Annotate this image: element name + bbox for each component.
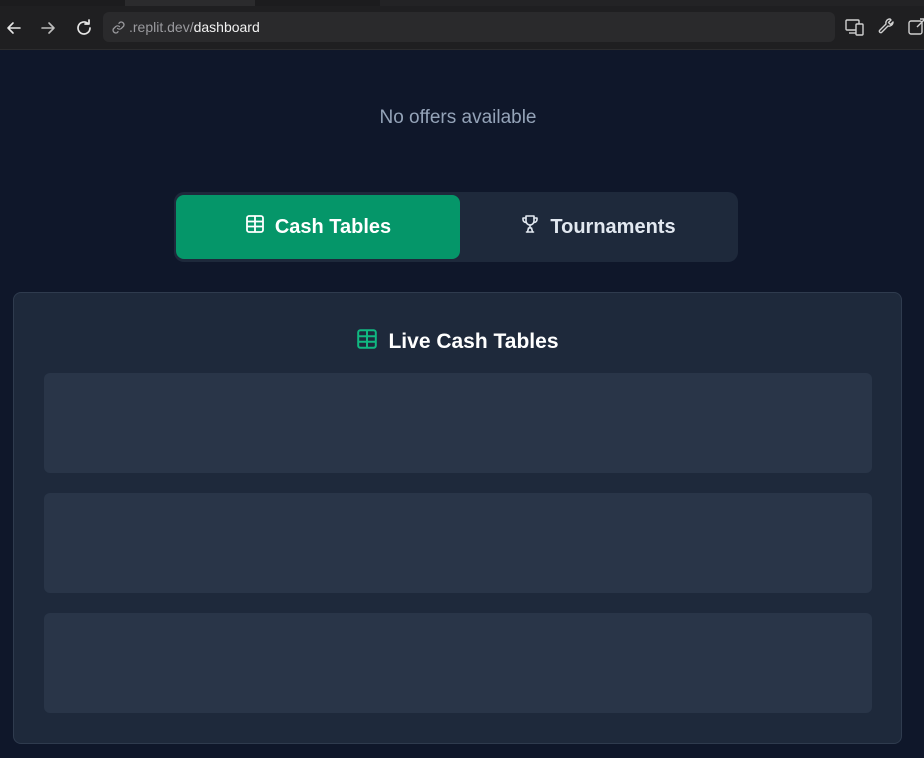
link-icon <box>109 18 127 36</box>
external-link-icon[interactable] <box>906 16 924 43</box>
tab-tournaments[interactable]: Tournaments <box>462 195 734 259</box>
forward-arrow-icon[interactable] <box>36 16 60 40</box>
panel-title-text: Live Cash Tables <box>388 330 559 353</box>
reload-icon[interactable] <box>72 16 96 40</box>
trophy-icon <box>520 214 540 240</box>
table-icon <box>245 214 265 240</box>
url-path: dashboard <box>193 19 260 35</box>
browser-toolbar: .replit.dev/dashboard <box>0 6 924 50</box>
tab-cash-tables[interactable]: Cash Tables <box>176 195 460 259</box>
no-offers-message: No offers available <box>379 107 537 128</box>
tab-label: Tournaments <box>550 215 676 238</box>
url-host: .replit.dev/ <box>129 19 194 35</box>
address-bar[interactable]: .replit.dev/dashboard <box>103 12 835 42</box>
table-row-placeholder <box>44 373 872 473</box>
dashboard-content: No offers available Cash Tables Tourname… <box>0 51 924 758</box>
game-type-tabs: Cash Tables Tournaments <box>174 192 738 262</box>
back-arrow-icon[interactable] <box>2 16 26 40</box>
live-cash-tables-panel: Live Cash Tables <box>13 292 902 744</box>
devices-icon[interactable] <box>844 16 866 43</box>
panel-title: Live Cash Tables <box>14 328 901 356</box>
table-row-placeholder <box>44 613 872 713</box>
tab-label: Cash Tables <box>274 215 392 238</box>
table-icon <box>356 328 378 356</box>
wrench-icon[interactable] <box>876 16 898 43</box>
table-row-placeholder <box>44 493 872 593</box>
